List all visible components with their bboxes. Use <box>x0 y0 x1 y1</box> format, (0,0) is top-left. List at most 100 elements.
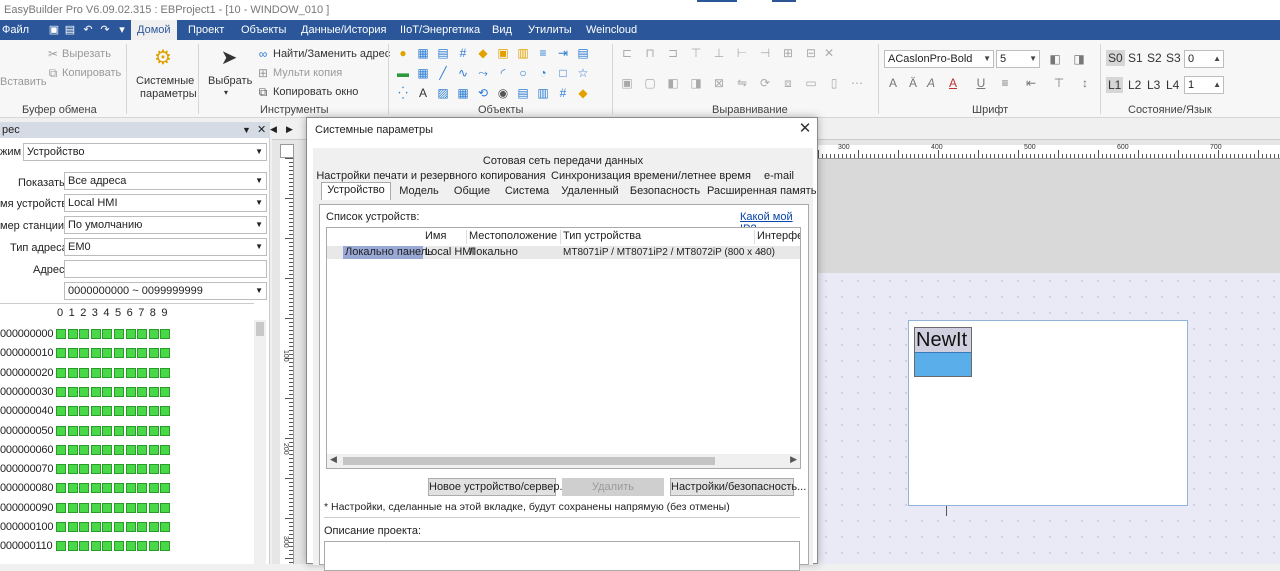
bit-cell[interactable] <box>125 386 136 397</box>
font-style-icon[interactable]: A <box>886 76 900 90</box>
bit-cell[interactable] <box>160 386 171 397</box>
tab-next-icon[interactable]: ▶ <box>286 124 293 135</box>
spacing-icon[interactable]: ↕ <box>1078 76 1092 90</box>
star-icon[interactable]: ☆ <box>576 66 590 80</box>
bit-cell[interactable] <box>79 425 90 436</box>
bit-cell[interactable] <box>90 406 101 417</box>
tab-general[interactable]: Общие <box>447 184 497 199</box>
bit-cell[interactable] <box>79 483 90 494</box>
bit-cell[interactable] <box>67 483 78 494</box>
project-description-input[interactable] <box>324 541 800 571</box>
movement-icon[interactable]: ⇥ <box>556 46 570 60</box>
bit-cell[interactable] <box>79 406 90 417</box>
bit-cell[interactable] <box>114 541 124 552</box>
state-spinner[interactable]: 0 ▲ <box>1184 50 1224 68</box>
bit-cell[interactable] <box>102 444 113 455</box>
bit-cell[interactable] <box>125 483 136 494</box>
bit-cell[interactable] <box>102 541 113 552</box>
bit-cell[interactable] <box>137 483 148 494</box>
bit-cell[interactable] <box>114 464 124 475</box>
bit-cell[interactable] <box>67 541 78 552</box>
bit-cell[interactable] <box>125 464 136 475</box>
bit-cell[interactable] <box>56 386 66 397</box>
bit-cell[interactable] <box>148 483 159 494</box>
bit-cell[interactable] <box>79 348 90 359</box>
same-height-icon[interactable]: ▯ <box>827 76 841 90</box>
bit-cell[interactable] <box>67 425 78 436</box>
bit-cell[interactable] <box>79 386 90 397</box>
menu-iiot-energy[interactable]: IIoT/Энергетика <box>400 20 480 40</box>
system-params-label-1[interactable]: Системные <box>136 75 194 87</box>
address-input[interactable] <box>64 260 267 278</box>
same-width-icon[interactable]: ▭ <box>804 76 818 90</box>
polyline-icon[interactable]: ∿ <box>456 66 470 80</box>
undo-icon[interactable]: ↶ <box>82 24 94 36</box>
ungroup-icon[interactable]: ▢ <box>643 76 657 90</box>
bit-cell[interactable] <box>90 502 101 513</box>
bit-cell[interactable] <box>125 406 136 417</box>
bit-cell[interactable] <box>67 348 78 359</box>
bit-cell[interactable] <box>56 329 66 339</box>
horizontal-scrollbar[interactable]: ◀ ▶ <box>327 454 800 468</box>
copy-window-button[interactable]: Копировать окно <box>273 86 358 98</box>
multi-copy-button[interactable]: Мульти копия <box>273 67 342 79</box>
bulb-icon[interactable]: ● <box>396 46 410 60</box>
toggle-icon[interactable]: ▬ <box>396 66 410 80</box>
panel-menu-icon[interactable]: ▼ <box>242 122 251 138</box>
bit-cell[interactable] <box>137 522 148 532</box>
bit-cell[interactable] <box>79 329 90 339</box>
bit-cell[interactable] <box>79 444 90 455</box>
bit-cell[interactable] <box>90 522 101 532</box>
bit-cell[interactable] <box>56 425 66 436</box>
front-icon[interactable]: ◧ <box>666 76 680 90</box>
bit-cell[interactable] <box>56 348 66 359</box>
bit-cell[interactable] <box>137 348 148 359</box>
bit-cell[interactable] <box>102 367 113 378</box>
bit-cell[interactable] <box>67 329 78 339</box>
bit-cell[interactable] <box>90 386 101 397</box>
bit-cell[interactable] <box>67 386 78 397</box>
scrollbar-thumb[interactable] <box>343 457 715 465</box>
numeric-icon[interactable]: ▤ <box>436 46 450 60</box>
line-icon[interactable]: ╱ <box>436 66 450 80</box>
bit-cell[interactable] <box>160 444 171 455</box>
table-icon[interactable]: ▦ <box>456 86 470 100</box>
bit-cell[interactable] <box>137 425 148 436</box>
delete-button[interactable]: Удалить <box>562 478 664 496</box>
menu-objects[interactable]: Объекты <box>241 20 286 40</box>
system-params-label-2[interactable]: параметры <box>140 88 197 100</box>
align-left-icon[interactable]: ⊏ <box>620 46 634 60</box>
back-icon[interactable]: ◨ <box>689 76 703 90</box>
show-select[interactable]: Все адреса ▼ <box>64 172 267 190</box>
bit-cell[interactable] <box>114 502 124 513</box>
macro-icon[interactable]: ◆ <box>576 86 590 100</box>
bit-cell[interactable] <box>79 367 90 378</box>
redo-icon[interactable]: ↷ <box>99 24 111 36</box>
bit-cell[interactable] <box>90 541 101 552</box>
tab-device[interactable]: Устройство <box>321 182 391 200</box>
language-spinner[interactable]: 1 ▲ <box>1184 76 1224 94</box>
order-icon[interactable]: ⊟ <box>804 46 818 60</box>
bit-cell[interactable] <box>90 348 101 359</box>
bit-cell[interactable] <box>56 464 66 475</box>
bit-cell[interactable] <box>114 329 124 339</box>
trend-icon[interactable]: ◉ <box>496 86 510 100</box>
bit-cell[interactable] <box>114 522 124 532</box>
menu-project[interactable]: Проект <box>188 20 224 40</box>
ascii-icon[interactable]: ▦ <box>416 66 430 80</box>
flip-icon[interactable]: ⇋ <box>735 76 749 90</box>
state-s3-button[interactable]: S3 <box>1166 51 1181 65</box>
bit-cell[interactable] <box>148 329 159 339</box>
copy-button[interactable]: Копировать <box>62 67 121 79</box>
bit-cell[interactable] <box>67 444 78 455</box>
lang-l3-button[interactable]: L3 <box>1147 78 1160 92</box>
tab-prev-icon[interactable]: ◀ <box>270 124 277 135</box>
bit-cell[interactable] <box>79 541 90 552</box>
tab-remote[interactable]: Удаленный <box>557 184 623 199</box>
bit-cell[interactable] <box>56 444 66 455</box>
bit-cell[interactable] <box>160 406 171 417</box>
bit-cell[interactable] <box>67 367 78 378</box>
tab-email[interactable]: e-mail <box>753 169 805 184</box>
bit-cell[interactable] <box>67 502 78 513</box>
bit-cell[interactable] <box>102 483 113 494</box>
